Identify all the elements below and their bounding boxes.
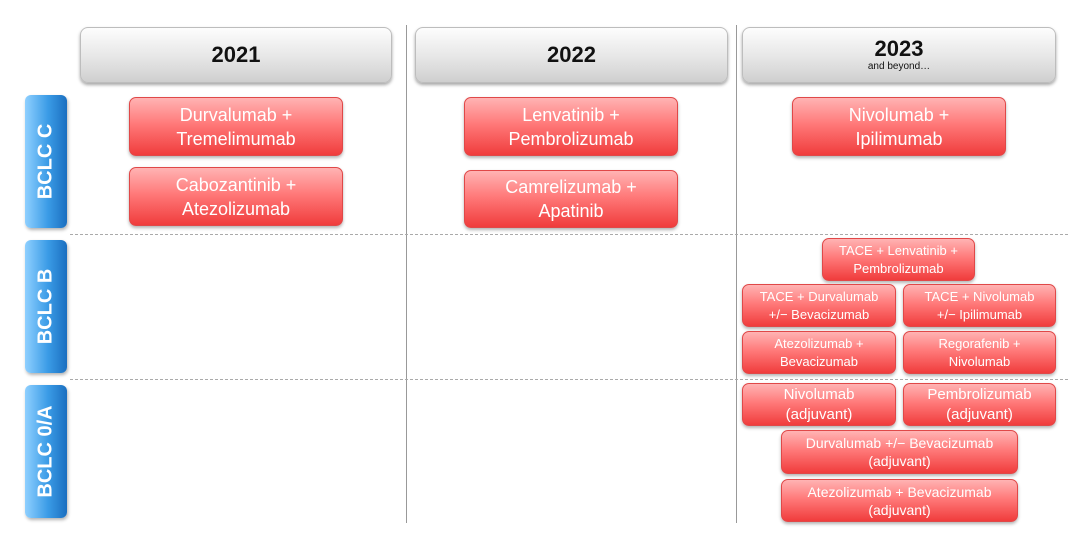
row-label-text: BCLC B (34, 268, 57, 345)
row-divider (70, 234, 1068, 235)
column-divider (406, 25, 407, 523)
row-label-bclc-0a: BCLC 0/A (25, 385, 67, 518)
year-label: 2023 (874, 36, 924, 61)
therapy-box: Nivolumab + Ipilimumab (792, 97, 1006, 156)
column-header-2023: 2023 and beyond… (742, 27, 1056, 83)
row-divider (70, 379, 1068, 380)
therapy-box: TACE + Nivolumab +/− Ipilimumab (903, 284, 1056, 327)
therapy-box: Regorafenib + Nivolumab (903, 331, 1056, 374)
therapy-box: Atezolizumab + Bevacizumab (adjuvant) (781, 479, 1018, 522)
therapy-box: Lenvatinib + Pembrolizumab (464, 97, 678, 156)
therapy-box: TACE + Durvalumab +/− Bevacizumab (742, 284, 896, 327)
column-header-2022: 2022 (415, 27, 728, 83)
therapy-box: Pembrolizumab (adjuvant) (903, 383, 1056, 426)
therapy-box: Durvalumab +/− Bevacizumab (adjuvant) (781, 430, 1018, 474)
year-label: 2022 (547, 42, 596, 67)
row-label-bclc-c: BCLC C (25, 95, 67, 228)
year-subtitle: and beyond… (867, 61, 931, 72)
year-label: 2021 (211, 42, 261, 67)
row-label-text: BCLC 0/A (34, 405, 57, 498)
row-label-bclc-b: BCLC B (25, 240, 67, 373)
therapy-box: Cabozantinib + Atezolizumab (129, 167, 343, 226)
therapy-box: Durvalumab + Tremelimumab (129, 97, 343, 156)
therapy-box: Camrelizumab + Apatinib (464, 170, 678, 228)
column-divider (736, 25, 737, 523)
therapy-box: TACE + Lenvatinib + Pembrolizumab (822, 238, 975, 281)
column-header-2021: 2021 (80, 27, 392, 83)
row-label-text: BCLC C (34, 123, 57, 200)
therapy-box: Nivolumab (adjuvant) (742, 383, 896, 426)
therapy-box: Atezolizumab + Bevacizumab (742, 331, 896, 374)
